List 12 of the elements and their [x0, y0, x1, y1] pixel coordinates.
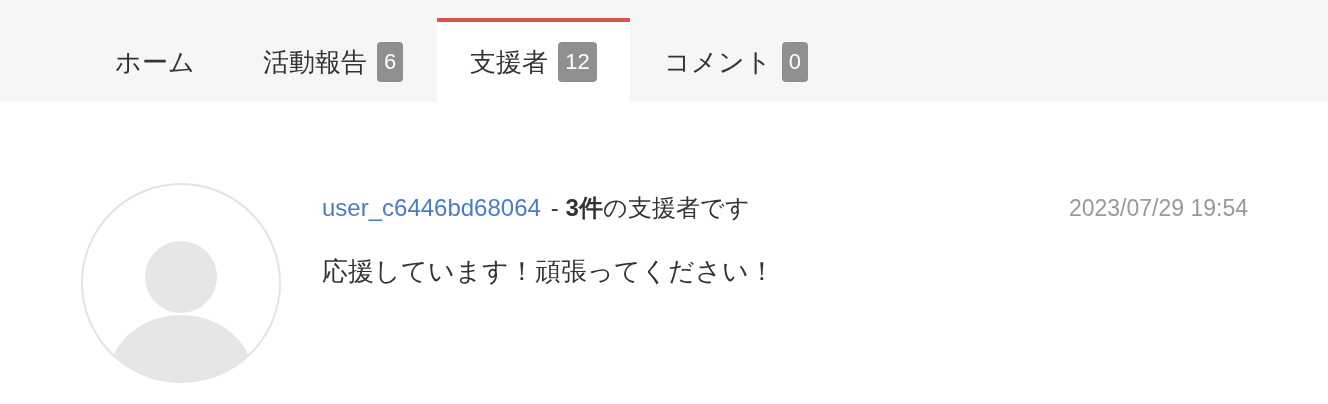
tab[interactable]: コメント 0 [629, 18, 842, 102]
user-link[interactable]: user_c6446bd68064 [322, 190, 541, 226]
support-summary: - 3件の支援者です [550, 193, 750, 223]
count-badge: 12 [558, 42, 597, 82]
support-message: 応援しています！頑張ってください！ [322, 255, 776, 288]
tab[interactable]: 活動報告 6 [229, 18, 438, 102]
tab[interactable]: 支援者 12 [437, 18, 630, 102]
avatar-icon [80, 182, 282, 384]
post-date: 2023/07/29 19:54 [1068, 193, 1248, 223]
count-badge: 0 [781, 42, 808, 82]
tab[interactable]: ホーム [81, 18, 229, 102]
count-badge: 6 [377, 42, 404, 82]
